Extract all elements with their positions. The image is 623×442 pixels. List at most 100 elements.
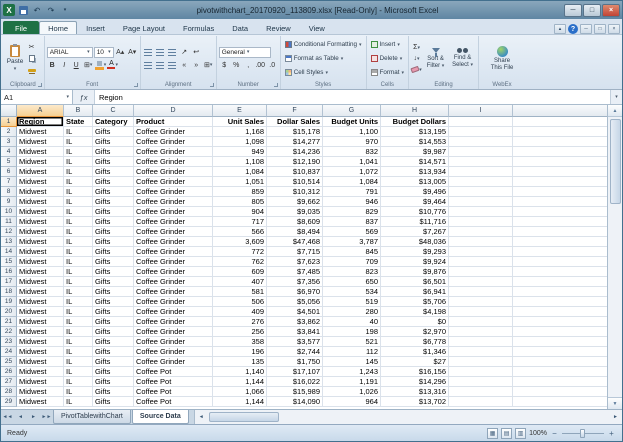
cell-A13[interactable]: Midwest [17,237,64,247]
cell-G27[interactable]: 1,191 [323,377,381,387]
cell-D8[interactable]: Coffee Grinder [134,187,213,197]
cell-F18[interactable]: $6,970 [267,287,323,297]
minimize-button[interactable]: ─ [564,4,582,17]
row-header-28[interactable]: 28 [1,387,17,397]
cell-G2[interactable]: 1,100 [323,127,381,137]
cell-C1[interactable]: Category [93,117,134,127]
cell-D11[interactable]: Coffee Grinder [134,217,213,227]
cell-I23[interactable] [449,337,513,347]
cell-D10[interactable]: Coffee Grinder [134,207,213,217]
cell-B24[interactable]: IL [64,347,93,357]
cell-A15[interactable]: Midwest [17,257,64,267]
cell-H20[interactable]: $4,198 [381,307,449,317]
cell-I10[interactable] [449,207,513,217]
cell-H1[interactable]: Budget Dollars [381,117,449,127]
align-bottom-icon[interactable] [167,47,178,58]
cell-A11[interactable]: Midwest [17,217,64,227]
undo-icon[interactable]: ↶ [31,4,43,16]
cell-F13[interactable]: $47,468 [267,237,323,247]
cell-H21[interactable]: $0 [381,317,449,327]
cell-I29[interactable] [449,397,513,407]
cell-I22[interactable] [449,327,513,337]
row-header-17[interactable]: 17 [1,277,17,287]
cell-I8[interactable] [449,187,513,197]
fill-color-icon[interactable]: ▾ [95,60,107,71]
sort-filter-button[interactable]: Sort & Filter ▾ [422,37,449,80]
underline-button[interactable]: U [71,60,82,71]
row-header-7[interactable]: 7 [1,177,17,187]
save-icon[interactable] [17,4,29,16]
cell-G4[interactable]: 832 [323,147,381,157]
format-cells-button[interactable]: Format▾ [369,66,406,79]
cell-F29[interactable]: $14,090 [267,397,323,407]
cell-I14[interactable] [449,247,513,257]
increase-indent-icon[interactable]: » [191,60,202,71]
sheet-tab-pivottablewithchart[interactable]: PivotTablewithChart [53,410,131,424]
conditional-formatting-button[interactable]: Conditional Formatting▾ [283,38,364,51]
cell-H10[interactable]: $10,776 [381,207,449,217]
cell-F17[interactable]: $7,356 [267,277,323,287]
cell-B19[interactable]: IL [64,297,93,307]
cell-F23[interactable]: $3,577 [267,337,323,347]
align-center-icon[interactable] [155,60,166,71]
vertical-scroll-thumb[interactable] [610,119,621,204]
cell-D27[interactable]: Coffee Pot [134,377,213,387]
wrap-text-icon[interactable]: ↩ [191,47,202,58]
cell-E24[interactable]: 196 [213,347,267,357]
cell-A8[interactable]: Midwest [17,187,64,197]
qat-dropdown-icon[interactable]: ▾ [59,4,71,16]
row-header-19[interactable]: 19 [1,297,17,307]
column-header-I[interactable]: I [449,105,513,117]
cell-G13[interactable]: 3,787 [323,237,381,247]
cell-C5[interactable]: Gifts [93,157,134,167]
cell-E29[interactable]: 1,144 [213,397,267,407]
cell-E14[interactable]: 772 [213,247,267,257]
cell-B10[interactable]: IL [64,207,93,217]
cell-E27[interactable]: 1,144 [213,377,267,387]
cell-G12[interactable]: 569 [323,227,381,237]
font-name-select[interactable]: ARIAL▾ [47,47,93,58]
cell-I4[interactable] [449,147,513,157]
cell-F1[interactable]: Dollar Sales [267,117,323,127]
cell-D4[interactable]: Coffee Grinder [134,147,213,157]
cell-F25[interactable]: $1,750 [267,357,323,367]
cell-H3[interactable]: $14,553 [381,137,449,147]
workbook-minimize-icon[interactable]: ─ [580,24,592,34]
cell-G25[interactable]: 145 [323,357,381,367]
normal-view-icon[interactable]: ▦ [487,428,498,439]
row-header-18[interactable]: 18 [1,287,17,297]
cell-I5[interactable] [449,157,513,167]
excel-logo-icon[interactable]: X [3,4,15,16]
page-break-view-icon[interactable]: ▥ [515,428,526,439]
cell-I9[interactable] [449,197,513,207]
cell-H16[interactable]: $9,876 [381,267,449,277]
row-header-1[interactable]: 1 [1,117,17,127]
cell-C20[interactable]: Gifts [93,307,134,317]
paste-button[interactable]: Paste ▾ [4,37,26,80]
zoom-level[interactable]: 100% [529,430,547,437]
zoom-in-icon[interactable]: + [607,429,616,438]
cell-G15[interactable]: 709 [323,257,381,267]
cell-D29[interactable]: Coffee Pot [134,397,213,407]
cell-F10[interactable]: $9,035 [267,207,323,217]
cell-D28[interactable]: Coffee Pot [134,387,213,397]
format-as-table-button[interactable]: Format as Table▾ [283,52,364,65]
cell-F4[interactable]: $14,236 [267,147,323,157]
row-header-12[interactable]: 12 [1,227,17,237]
cell-D9[interactable]: Coffee Grinder [134,197,213,207]
previous-sheet-icon[interactable]: ◄ [14,410,27,424]
row-header-27[interactable]: 27 [1,377,17,387]
formula-input[interactable]: Region [95,90,610,104]
cell-H6[interactable]: $13,934 [381,167,449,177]
cell-E3[interactable]: 1,098 [213,137,267,147]
cell-F8[interactable]: $10,312 [267,187,323,197]
cell-E15[interactable]: 762 [213,257,267,267]
cell-G10[interactable]: 829 [323,207,381,217]
decrease-indent-icon[interactable]: « [179,60,190,71]
help-icon[interactable]: ? [568,24,578,34]
cell-E6[interactable]: 1,084 [213,167,267,177]
cell-G11[interactable]: 837 [323,217,381,227]
cell-D23[interactable]: Coffee Grinder [134,337,213,347]
cell-F11[interactable]: $8,609 [267,217,323,227]
fill-icon[interactable]: ↓▾ [411,54,422,64]
